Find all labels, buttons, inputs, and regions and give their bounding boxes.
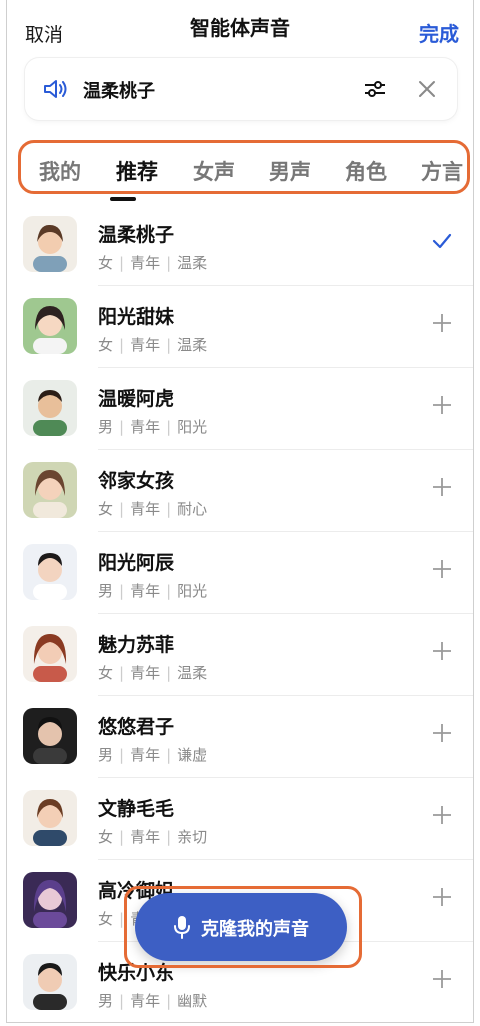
tab-male[interactable]: 男声 bbox=[269, 156, 311, 186]
voice-style: 谦虚 bbox=[177, 746, 208, 764]
voice-gender: 男 bbox=[98, 992, 114, 1010]
voice-tags: 女 | 青年 | 温柔 bbox=[98, 254, 208, 272]
current-voice-name: 温柔桃子 bbox=[83, 81, 155, 102]
voice-row[interactable]: 文静毛毛 女 | 青年 | 亲切 bbox=[7, 778, 473, 860]
tab-female[interactable]: 女声 bbox=[193, 156, 235, 186]
voice-gender: 女 bbox=[98, 828, 114, 846]
category-tabs: 我的 推荐 女声 男声 角色 方言 bbox=[18, 140, 470, 194]
voice-row[interactable]: 魅力苏菲 女 | 青年 | 温柔 bbox=[7, 614, 473, 696]
voice-tags: 女 | 青年 | 亲切 bbox=[98, 828, 208, 846]
done-button[interactable]: 完成 bbox=[419, 18, 459, 47]
voice-age: 青年 bbox=[130, 418, 161, 436]
plus-icon[interactable] bbox=[431, 312, 453, 334]
voice-style: 阳光 bbox=[177, 582, 208, 600]
voice-age: 青年 bbox=[130, 746, 161, 764]
voice-name: 温柔桃子 bbox=[98, 224, 175, 246]
voice-style: 亲切 bbox=[177, 828, 208, 846]
voice-name: 阳光阿辰 bbox=[98, 552, 175, 574]
plus-icon[interactable] bbox=[431, 394, 453, 416]
adjust-icon[interactable] bbox=[363, 77, 387, 101]
voice-tags: 女 | 青年 | 耐心 bbox=[98, 500, 208, 518]
voice-name: 快乐小东 bbox=[98, 962, 175, 984]
voice-tags: 女 | 青年 | 温柔 bbox=[98, 336, 208, 354]
voice-tags: 女 | 青年 | 温柔 bbox=[98, 664, 208, 682]
clone-voice-label: 克隆我的声音 bbox=[201, 919, 309, 940]
voice-age: 青年 bbox=[130, 582, 161, 600]
voice-age: 青年 bbox=[130, 828, 161, 846]
voice-row[interactable]: 温暖阿虎 男 | 青年 | 阳光 bbox=[7, 368, 473, 450]
voice-age: 青年 bbox=[130, 664, 161, 682]
voice-tags: 男 | 青年 | 阳光 bbox=[98, 582, 208, 600]
top-bar: 取消 智能体声音 完成 bbox=[7, 0, 473, 58]
tab-recommended[interactable]: 推荐 bbox=[116, 156, 158, 186]
voice-avatar bbox=[23, 954, 77, 1010]
voice-age: 青年 bbox=[130, 336, 161, 354]
voice-name: 悠悠君子 bbox=[98, 716, 175, 738]
active-tab-indicator bbox=[110, 197, 136, 201]
tab-dialect[interactable]: 方言 bbox=[421, 156, 463, 186]
voice-style: 温柔 bbox=[177, 664, 208, 682]
voice-avatar bbox=[23, 626, 77, 682]
plus-icon[interactable] bbox=[431, 886, 453, 908]
voice-gender: 男 bbox=[98, 746, 114, 764]
voice-name: 文静毛毛 bbox=[98, 798, 175, 820]
voice-gender: 女 bbox=[98, 336, 114, 354]
clone-voice-button[interactable]: 克隆我的声音 bbox=[135, 893, 347, 961]
voice-name: 阳光甜妹 bbox=[98, 306, 175, 328]
voice-gender: 男 bbox=[98, 582, 114, 600]
close-icon[interactable] bbox=[417, 79, 437, 99]
speaker-icon[interactable] bbox=[43, 78, 69, 100]
voice-avatar bbox=[23, 544, 77, 600]
plus-icon[interactable] bbox=[431, 640, 453, 662]
voice-gender: 女 bbox=[98, 910, 114, 928]
voice-avatar bbox=[23, 462, 77, 518]
plus-icon[interactable] bbox=[431, 804, 453, 826]
plus-icon[interactable] bbox=[431, 558, 453, 580]
voice-style: 阳光 bbox=[177, 418, 208, 436]
page-title: 智能体声音 bbox=[190, 16, 290, 40]
voice-row[interactable]: 阳光甜妹 女 | 青年 | 温柔 bbox=[7, 286, 473, 368]
voice-row[interactable]: 温柔桃子 女 | 青年 | 温柔 bbox=[7, 204, 473, 286]
current-voice-card[interactable]: 温柔桃子 bbox=[25, 58, 457, 120]
voice-style: 幽默 bbox=[177, 992, 208, 1010]
voice-age: 青年 bbox=[130, 500, 161, 518]
voice-gender: 女 bbox=[98, 500, 114, 518]
voice-avatar bbox=[23, 790, 77, 846]
voice-gender: 女 bbox=[98, 664, 114, 682]
voice-avatar bbox=[23, 872, 77, 928]
plus-icon[interactable] bbox=[431, 476, 453, 498]
voice-picker-screen: 取消 智能体声音 完成 温柔桃子 我的 推荐 女声 男声 角色 方言 温柔桃子 … bbox=[6, 0, 474, 1023]
check-icon[interactable] bbox=[431, 230, 453, 252]
voice-style: 耐心 bbox=[177, 500, 208, 518]
voice-name: 温暖阿虎 bbox=[98, 388, 175, 410]
voice-gender: 女 bbox=[98, 254, 114, 272]
voice-tags: 男 | 青年 | 阳光 bbox=[98, 418, 208, 436]
voice-tags: 男 | 青年 | 谦虚 bbox=[98, 746, 208, 764]
voice-avatar bbox=[23, 708, 77, 764]
voice-style: 温柔 bbox=[177, 254, 208, 272]
plus-icon[interactable] bbox=[431, 968, 453, 990]
voice-row[interactable]: 邻家女孩 女 | 青年 | 耐心 bbox=[7, 450, 473, 532]
tab-character[interactable]: 角色 bbox=[345, 156, 387, 186]
voice-style: 温柔 bbox=[177, 336, 208, 354]
voice-avatar bbox=[23, 380, 77, 436]
voice-avatar bbox=[23, 216, 77, 272]
voice-avatar bbox=[23, 298, 77, 354]
mic-icon bbox=[174, 916, 190, 939]
voice-name: 邻家女孩 bbox=[98, 470, 175, 492]
voice-gender: 男 bbox=[98, 418, 114, 436]
voice-row[interactable]: 悠悠君子 男 | 青年 | 谦虚 bbox=[7, 696, 473, 778]
voice-name: 魅力苏菲 bbox=[98, 634, 175, 656]
voice-row[interactable]: 阳光阿辰 男 | 青年 | 阳光 bbox=[7, 532, 473, 614]
voice-age: 青年 bbox=[130, 992, 161, 1010]
plus-icon[interactable] bbox=[431, 722, 453, 744]
voice-age: 青年 bbox=[130, 254, 161, 272]
tab-mine[interactable]: 我的 bbox=[39, 156, 81, 186]
voice-tags: 男 | 青年 | 幽默 bbox=[98, 992, 208, 1010]
